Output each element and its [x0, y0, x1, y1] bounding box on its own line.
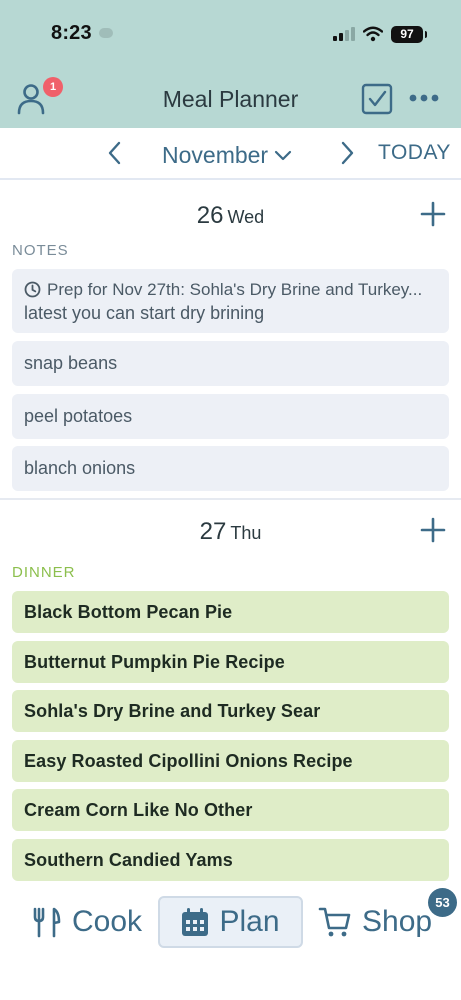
note-card[interactable]: Prep for Nov 27th: Sohla's Dry Brine and…: [12, 269, 449, 333]
month-navigation: November TODAY: [0, 128, 461, 180]
wifi-icon: [363, 26, 383, 42]
clock-icon: [24, 281, 41, 298]
chevron-right-icon: [341, 141, 354, 165]
day-label: 27 Thu: [0, 518, 461, 546]
month-selector[interactable]: November: [162, 140, 292, 170]
meal-card[interactable]: Black Bottom Pecan Pie: [12, 591, 449, 633]
status-time: 8:23: [51, 22, 92, 44]
status-bar: 8:23 97: [0, 0, 461, 66]
battery-indicator: 97: [391, 25, 427, 43]
profile-notification-badge: 1: [43, 77, 63, 97]
note-text: snap beans: [24, 353, 118, 373]
meal-title: Butternut Pumpkin Pie Recipe: [24, 651, 285, 672]
tab-cook-label: Cook: [72, 905, 143, 938]
more-button[interactable]: [408, 86, 440, 110]
fork-knife-icon: [33, 907, 61, 938]
chevron-down-icon: [275, 150, 292, 161]
note-detail: latest you can start dry brining: [24, 302, 265, 323]
tab-plan[interactable]: Plan: [158, 896, 303, 948]
calendar-icon: [182, 908, 209, 936]
shop-count-badge: 53: [428, 888, 457, 917]
tab-cook[interactable]: Cook: [32, 896, 142, 948]
note-card[interactable]: blanch onions: [12, 446, 449, 491]
status-icons: 97: [333, 24, 427, 44]
day-number: 27: [199, 518, 227, 545]
note-text: blanch onions: [24, 458, 136, 478]
day-header-26: 26 Wed: [0, 198, 461, 238]
next-month-button[interactable]: [332, 138, 362, 168]
notes-section-label: NOTES: [12, 242, 69, 259]
meal-title: Cream Corn Like No Other: [24, 799, 253, 820]
checklist-button[interactable]: [361, 83, 393, 115]
status-indicator: [99, 28, 113, 38]
meal-title: Sohla's Dry Brine and Turkey Sear: [24, 700, 321, 721]
meal-card[interactable]: Easy Roasted Cipollini Onions Recipe: [12, 740, 449, 782]
note-title-row: Prep for Nov 27th: Sohla's Dry Brine and…: [24, 279, 437, 301]
chevron-left-icon: [108, 141, 121, 165]
plus-icon: [420, 517, 446, 543]
cart-icon: [318, 907, 351, 937]
app-header: 8:23 97 Meal Planner: [0, 0, 461, 128]
add-item-button[interactable]: [418, 515, 448, 545]
add-item-button[interactable]: [418, 199, 448, 229]
meal-card[interactable]: Cream Corn Like No Other: [12, 789, 449, 831]
meal-title: Black Bottom Pecan Pie: [24, 601, 233, 622]
previous-month-button[interactable]: [100, 138, 130, 168]
bottom-tab-bar: Cook Plan Shop: [0, 890, 461, 960]
day-number: 26: [196, 202, 224, 229]
tab-shop[interactable]: Shop: [318, 896, 432, 948]
today-button[interactable]: TODAY: [378, 141, 451, 165]
plus-icon: [420, 201, 446, 227]
meal-card[interactable]: Sohla's Dry Brine and Turkey Sear: [12, 690, 449, 732]
dinner-section-label: DINNER: [12, 564, 76, 581]
day-header-27: 27 Thu: [0, 514, 461, 554]
day-divider: [0, 498, 461, 500]
meal-card[interactable]: Butternut Pumpkin Pie Recipe: [12, 641, 449, 683]
meal-title: Southern Candied Yams: [24, 849, 233, 870]
day-weekday: Thu: [230, 523, 262, 543]
note-text: peel potatoes: [24, 406, 133, 426]
more-icon: [409, 94, 439, 102]
meal-title: Easy Roasted Cipollini Onions Recipe: [24, 750, 353, 771]
tab-shop-label: Shop: [362, 905, 433, 938]
nav-bar: Meal Planner: [0, 72, 461, 128]
day-weekday: Wed: [227, 207, 265, 227]
tab-plan-label: Plan: [219, 905, 280, 938]
day-label: 26 Wed: [0, 202, 461, 230]
checkbox-icon: [361, 83, 393, 115]
signal-icon: [333, 27, 355, 41]
meal-card[interactable]: Southern Candied Yams: [12, 839, 449, 881]
note-card[interactable]: peel potatoes: [12, 394, 449, 439]
note-card[interactable]: snap beans: [12, 341, 449, 386]
note-title: Prep for Nov 27th: Sohla's Dry Brine and…: [47, 279, 423, 299]
month-label: November: [162, 141, 269, 168]
